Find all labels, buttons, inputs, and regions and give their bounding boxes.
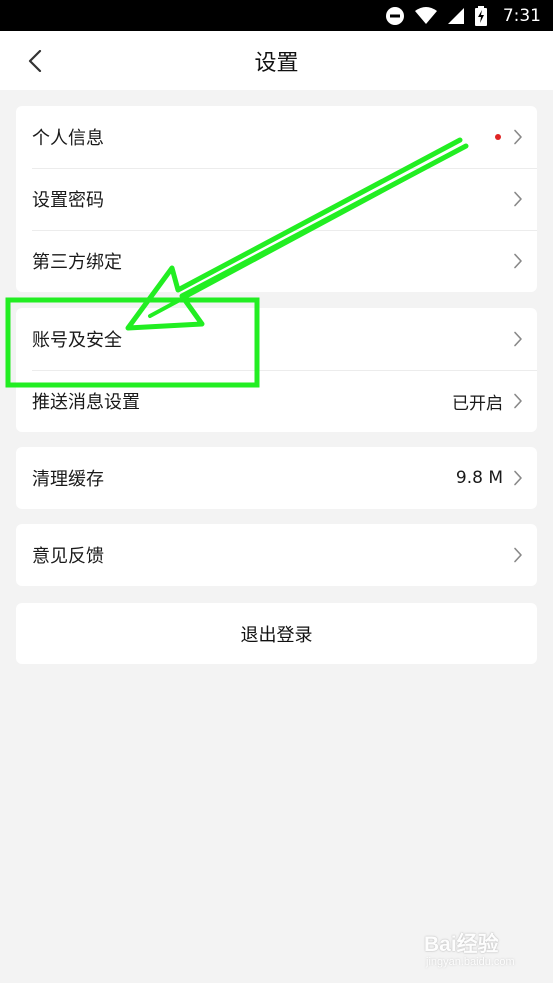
settings-item-clear-cache[interactable]: 清理缓存 9.8 M <box>16 447 537 509</box>
battery-charging-icon <box>474 5 487 26</box>
notification-dot <box>495 134 501 140</box>
chevron-right-icon <box>514 129 522 145</box>
settings-item-label: 第三方绑定 <box>32 252 122 273</box>
watermark: Bai经验 jingyan.baidu.com <box>424 928 534 974</box>
chevron-right-icon <box>514 191 522 207</box>
settings-group-feedback: 意见反馈 <box>16 524 537 586</box>
back-button[interactable] <box>22 48 48 74</box>
settings-item-feedback[interactable]: 意见反馈 <box>16 524 537 586</box>
watermark-url: jingyan.baidu.com <box>426 956 515 968</box>
signal-icon <box>447 7 464 24</box>
settings-item-set-password[interactable]: 设置密码 <box>16 168 537 230</box>
settings-item-value: 9.8 M <box>455 468 503 488</box>
settings-item-push-notifications[interactable]: 推送消息设置 已开启 <box>16 370 537 432</box>
settings-item-account-security[interactable]: 账号及安全 <box>16 308 537 370</box>
settings-group-profile: 个人信息 设置密码 第三方绑定 <box>16 106 537 292</box>
watermark-logo: Bai经验 <box>424 933 499 956</box>
settings-item-value: 已开启 <box>452 393 503 414</box>
logout-button[interactable]: 退出登录 <box>16 603 537 664</box>
nav-bar: 设置 <box>0 31 553 90</box>
logout-card: 退出登录 <box>16 603 537 664</box>
settings-item-label: 推送消息设置 <box>32 392 140 413</box>
status-bar: 7:31 <box>0 0 553 31</box>
settings-item-label: 个人信息 <box>32 128 104 149</box>
settings-item-label: 设置密码 <box>32 190 104 211</box>
clock-time: 7:31 <box>502 5 541 26</box>
settings-item-label: 清理缓存 <box>32 469 104 490</box>
page-title: 设置 <box>254 50 299 76</box>
settings-item-label: 账号及安全 <box>32 330 122 351</box>
do-not-disturb-icon <box>385 6 404 25</box>
settings-item-personal-info[interactable]: 个人信息 <box>16 106 537 168</box>
chevron-right-icon <box>514 470 522 486</box>
logout-label: 退出登录 <box>240 624 313 646</box>
wifi-icon <box>414 6 437 24</box>
settings-item-third-party-binding[interactable]: 第三方绑定 <box>16 230 537 292</box>
chevron-right-icon <box>514 331 522 347</box>
settings-group-cache: 清理缓存 9.8 M <box>16 447 537 509</box>
settings-item-label: 意见反馈 <box>32 546 104 567</box>
chevron-right-icon <box>514 253 522 269</box>
settings-group-account: 账号及安全 推送消息设置 已开启 <box>16 308 537 432</box>
chevron-right-icon <box>514 393 522 409</box>
chevron-right-icon <box>514 547 522 563</box>
chevron-left-icon <box>28 50 42 72</box>
